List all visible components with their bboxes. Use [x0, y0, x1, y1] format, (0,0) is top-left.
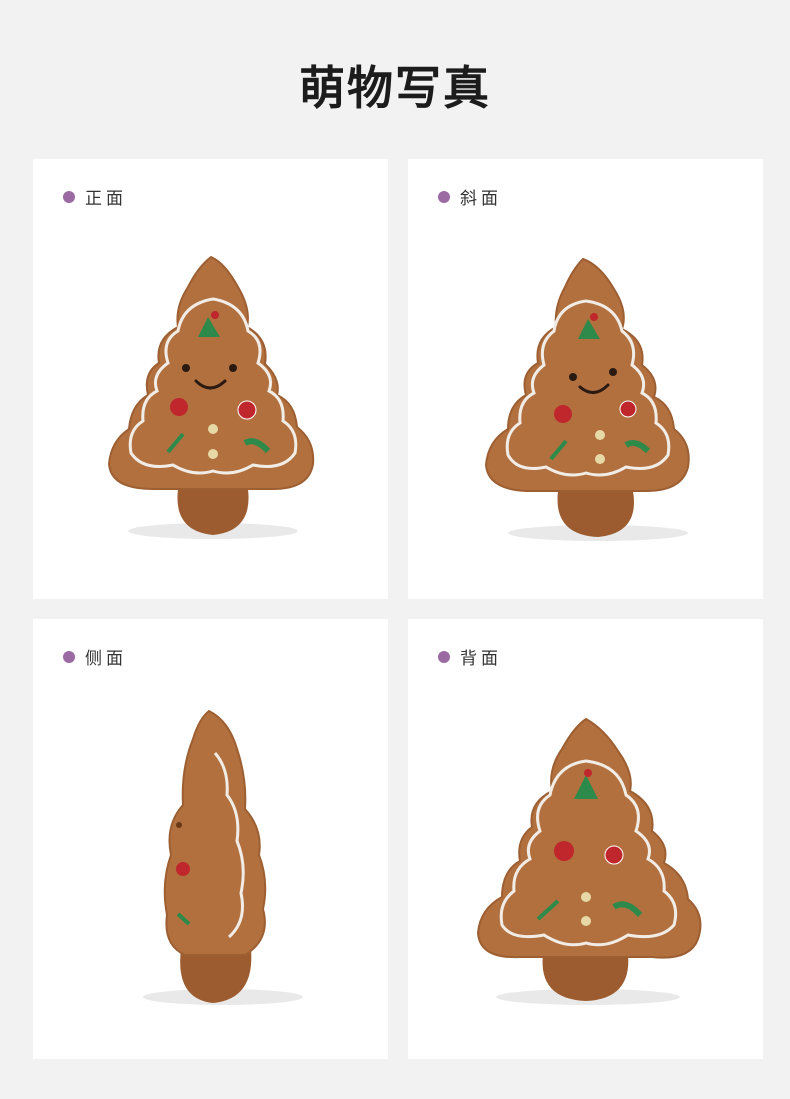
- page-title: 萌物写真: [299, 61, 491, 115]
- photo-card-front: 正面: [33, 159, 388, 599]
- gingerbread-tree-plush-angled-image: [484, 257, 690, 541]
- gingerbread-tree-plush-back-image: [476, 717, 702, 1005]
- photo-card-side: 侧面: [33, 619, 388, 1059]
- photo-card-angled: 斜面: [408, 159, 763, 599]
- gingerbread-tree-plush-side-image: [143, 709, 303, 1005]
- gingerbread-tree-plush-front-image: [107, 255, 315, 539]
- photo-card-back: 背面: [408, 619, 763, 1059]
